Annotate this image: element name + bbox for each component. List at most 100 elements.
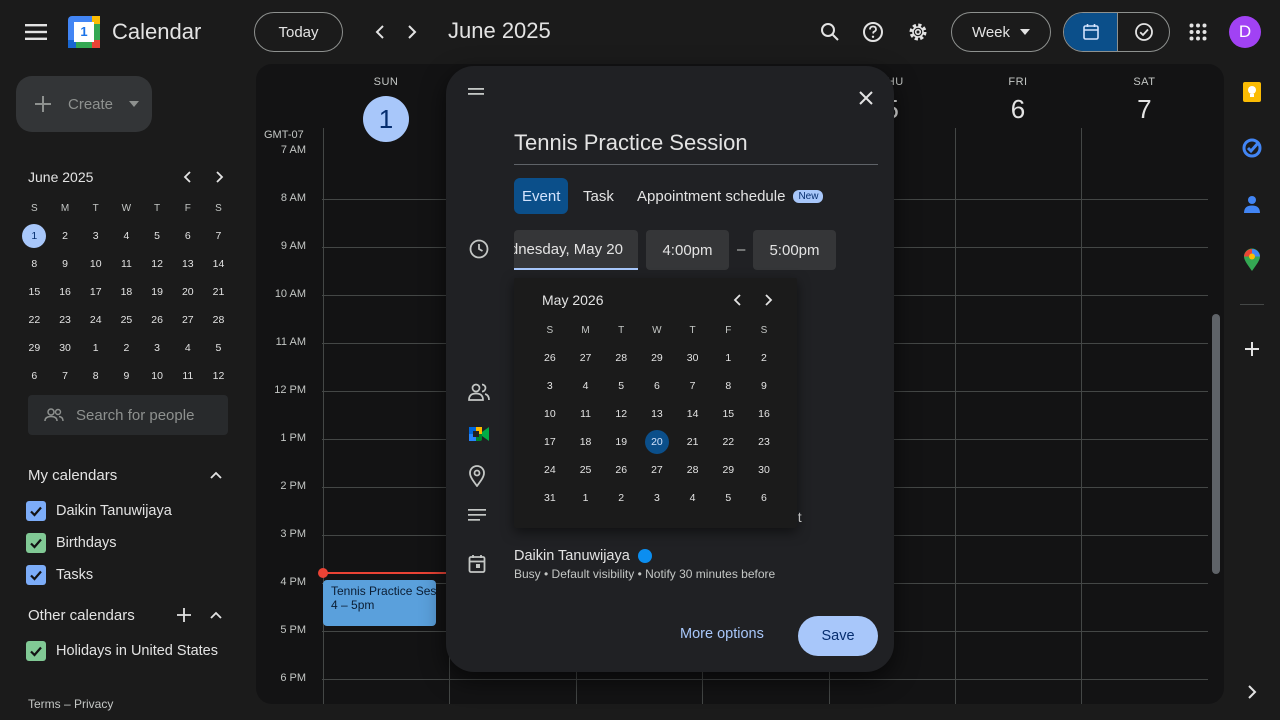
end-time-input[interactable]: 5:00pm xyxy=(753,230,836,270)
date-picker-day[interactable]: 6 xyxy=(746,492,782,504)
today-button[interactable]: Today xyxy=(254,12,343,52)
date-picker-day[interactable]: 29 xyxy=(639,352,675,364)
add-other-calendar-button[interactable] xyxy=(174,605,194,625)
date-picker-day[interactable]: 4 xyxy=(568,380,604,392)
tab-appointment-schedule[interactable]: Appointment schedule New xyxy=(629,178,831,214)
mini-day[interactable]: 12 xyxy=(203,370,234,382)
calendar-owner-select[interactable]: Daikin Tanuwijaya xyxy=(514,548,652,564)
date-picker-day[interactable]: 8 xyxy=(710,380,746,392)
date-picker-day[interactable]: 12 xyxy=(603,408,639,420)
help-icon[interactable] xyxy=(853,12,893,52)
checkbox-checked-icon[interactable] xyxy=(26,501,46,521)
start-time-input[interactable]: 4:00pm xyxy=(646,230,729,270)
date-picker-day[interactable]: 5 xyxy=(710,492,746,504)
mini-day[interactable]: 27 xyxy=(172,314,203,326)
tasks-view-toggle[interactable] xyxy=(1118,13,1169,51)
date-picker-day[interactable]: 3 xyxy=(639,492,675,504)
calendar-item[interactable]: Tasks xyxy=(26,565,93,585)
more-options-button[interactable]: More options xyxy=(680,626,764,642)
date-picker-day[interactable]: 1 xyxy=(710,352,746,364)
mini-day[interactable]: 10 xyxy=(80,258,111,270)
keep-icon[interactable] xyxy=(1240,80,1264,104)
expand-side-panel-icon[interactable] xyxy=(1240,680,1264,704)
date-picker-day[interactable]: 11 xyxy=(568,408,604,420)
mini-day[interactable]: 8 xyxy=(19,258,50,270)
checkbox-checked-icon[interactable] xyxy=(26,533,46,553)
tab-event[interactable]: Event xyxy=(514,178,569,214)
date-picker-day[interactable]: 26 xyxy=(603,464,639,476)
mini-next-month-button[interactable] xyxy=(209,167,229,187)
mini-day[interactable]: 14 xyxy=(203,258,234,270)
mini-day[interactable]: 9 xyxy=(50,258,81,270)
date-picker-day[interactable]: 13 xyxy=(639,408,675,420)
drag-handle-icon[interactable] xyxy=(468,88,484,96)
mini-day[interactable]: 17 xyxy=(80,286,111,298)
mini-day[interactable]: 23 xyxy=(50,314,81,326)
mini-day[interactable]: 7 xyxy=(203,230,234,242)
mini-day[interactable]: 12 xyxy=(142,258,173,270)
date-picker-day[interactable]: 27 xyxy=(568,352,604,364)
date-picker-day[interactable]: 24 xyxy=(532,464,568,476)
calendar-view-toggle[interactable] xyxy=(1064,13,1117,51)
date-picker-day[interactable]: 6 xyxy=(639,380,675,392)
date-picker-day[interactable]: 2 xyxy=(603,492,639,504)
mini-day[interactable]: 10 xyxy=(142,370,173,382)
mini-day[interactable]: 19 xyxy=(142,286,173,298)
mini-day[interactable]: 2 xyxy=(111,342,142,354)
week-scrollbar[interactable] xyxy=(1212,314,1220,574)
date-picker-day[interactable]: 21 xyxy=(675,436,711,448)
date-picker-day[interactable]: 16 xyxy=(746,408,782,420)
date-picker-day[interactable]: 9 xyxy=(746,380,782,392)
mini-day[interactable]: 9 xyxy=(111,370,142,382)
mini-day[interactable]: 3 xyxy=(80,230,111,242)
date-picker-day[interactable]: 27 xyxy=(639,464,675,476)
day-header[interactable]: FRI 6 xyxy=(955,76,1081,125)
mini-day[interactable]: 1 xyxy=(80,342,111,354)
date-picker-day[interactable]: 28 xyxy=(675,464,711,476)
mini-day[interactable]: 22 xyxy=(19,314,50,326)
mini-day[interactable]: 5 xyxy=(142,230,173,242)
apps-grid-icon[interactable] xyxy=(1178,12,1218,52)
event-tennis-practice[interactable]: Tennis Practice Session 4 – 5pm xyxy=(323,580,436,626)
tasks-icon[interactable] xyxy=(1240,136,1264,160)
date-picker-day[interactable]: 25 xyxy=(568,464,604,476)
mini-day[interactable]: 28 xyxy=(203,314,234,326)
mini-day[interactable]: 3 xyxy=(142,342,173,354)
date-picker-day[interactable]: 30 xyxy=(675,352,711,364)
search-people-input[interactable]: Search for people xyxy=(28,395,228,435)
mini-day[interactable]: 13 xyxy=(172,258,203,270)
mini-day[interactable]: 25 xyxy=(111,314,142,326)
get-addons-plus-icon[interactable] xyxy=(1240,337,1264,361)
search-icon[interactable] xyxy=(810,12,850,52)
mini-day[interactable]: 11 xyxy=(172,370,203,382)
date-picker-day[interactable]: 28 xyxy=(603,352,639,364)
date-picker-day[interactable]: 22 xyxy=(710,436,746,448)
mini-day[interactable]: 29 xyxy=(19,342,50,354)
checkbox-checked-icon[interactable] xyxy=(26,565,46,585)
mini-day[interactable]: 26 xyxy=(142,314,173,326)
date-picker-day[interactable]: 17 xyxy=(532,436,568,448)
date-picker-day[interactable]: 26 xyxy=(532,352,568,364)
mini-day[interactable]: 20 xyxy=(172,286,203,298)
mini-day[interactable]: 2 xyxy=(50,230,81,242)
next-week-button[interactable] xyxy=(392,12,432,52)
mini-day[interactable]: 4 xyxy=(172,342,203,354)
create-button[interactable]: Create xyxy=(16,76,152,132)
collapse-other-calendars-button[interactable] xyxy=(206,605,226,625)
date-picker-day[interactable]: 31 xyxy=(532,492,568,504)
day-header[interactable]: SUN 1 xyxy=(323,76,449,142)
mini-day[interactable]: 15 xyxy=(19,286,50,298)
date-picker-day[interactable]: 30 xyxy=(746,464,782,476)
checkbox-checked-icon[interactable] xyxy=(26,641,46,661)
date-picker-day[interactable]: 1 xyxy=(568,492,604,504)
maps-icon[interactable] xyxy=(1240,248,1264,272)
event-title-input[interactable]: Tennis Practice Session xyxy=(514,130,878,165)
date-picker-day[interactable]: 7 xyxy=(675,380,711,392)
day-header[interactable]: SAT 7 xyxy=(1081,76,1207,125)
mini-day[interactable]: 8 xyxy=(80,370,111,382)
date-picker-prev-button[interactable] xyxy=(728,290,748,310)
contacts-icon[interactable] xyxy=(1240,192,1264,216)
mini-day[interactable]: 24 xyxy=(80,314,111,326)
calendar-item[interactable]: Birthdays xyxy=(26,533,116,553)
date-picker-next-button[interactable] xyxy=(758,290,778,310)
